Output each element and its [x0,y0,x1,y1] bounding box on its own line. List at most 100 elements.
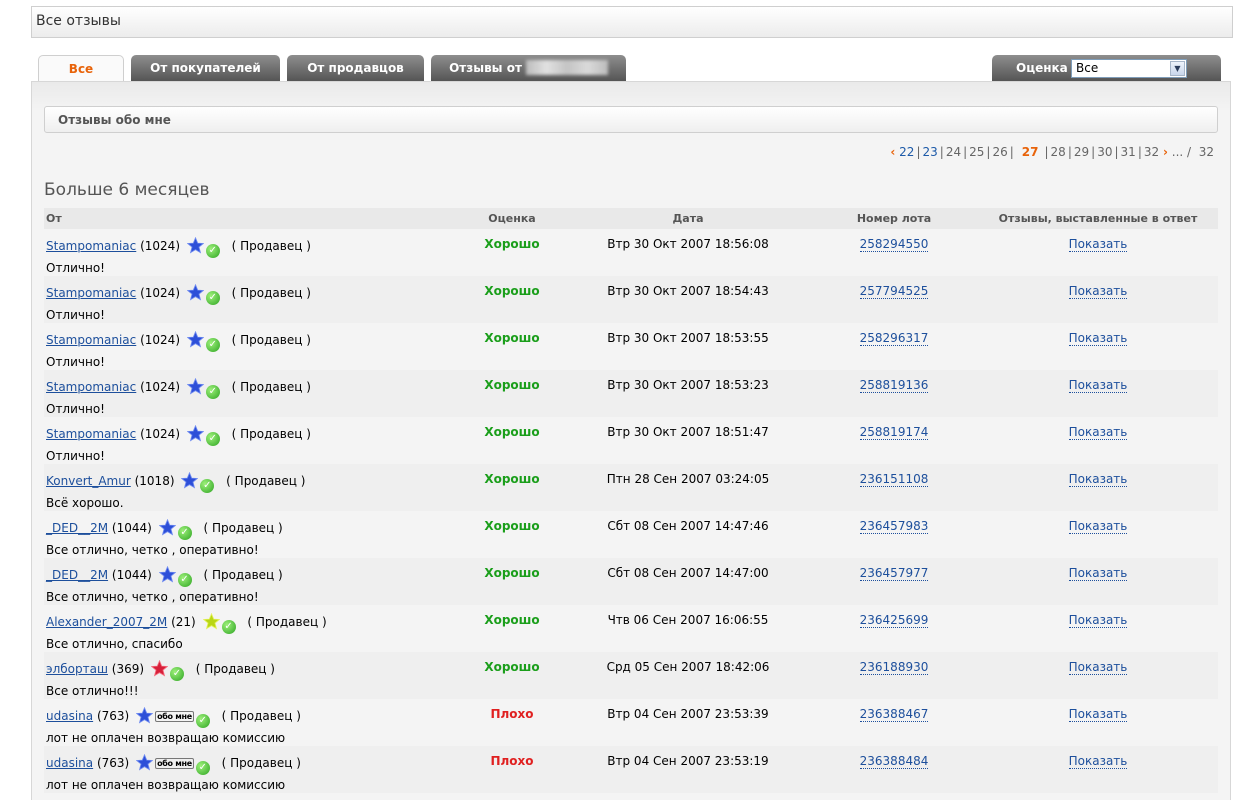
page-link[interactable]: 29 [1074,145,1089,159]
grade-filter-label: Оценка [1016,61,1068,75]
feedback-date: Сбт 08 Сен 2007 14:47:46 [607,519,769,533]
show-response-link[interactable]: Показать [1068,754,1128,769]
user-score: (1044) [111,568,152,582]
star-icon [150,660,168,677]
chevron-down-icon[interactable]: ▼ [1170,61,1185,76]
verified-check-icon: ✓ [200,479,215,493]
user-link[interactable]: элборташ [46,662,108,676]
feedback-date: Сбт 08 Сен 2007 14:47:00 [607,566,769,580]
feedback-grade: Хорошо [484,237,540,251]
show-response-link[interactable]: Показать [1068,284,1128,299]
feedback-grade: Хорошо [484,566,540,580]
lot-link[interactable]: 236457977 [859,566,929,581]
lot-link[interactable]: 236151108 [859,472,929,487]
page-link[interactable]: 28 [1051,145,1066,159]
feedback-table: Stampomaniac (1024) ✓ ( Продавец ) Отлич… [44,229,1218,793]
prev-page-icon[interactable]: ‹ [890,145,895,159]
about-me-badge[interactable]: обо мне [155,758,194,769]
user-link[interactable]: _DED__2M [46,521,108,535]
user-score: (1024) [140,286,180,300]
lot-number: 258819174 [844,425,944,440]
show-response-link[interactable]: Показать [1068,660,1128,675]
page-link[interactable]: 23 [922,145,937,159]
lot-link[interactable]: 236457983 [859,519,929,534]
user-link[interactable]: Stampomaniac [46,286,136,300]
page-link[interactable]: 26 [992,145,1007,159]
feedback-author: _DED__2M (1044) ✓ ( Продавец ) [46,566,283,587]
user-role: ( Продавец ) [247,615,327,629]
verified-check-icon: ✓ [205,432,220,446]
total-pages: 32 [1198,145,1214,159]
show-response-link[interactable]: Показать [1068,472,1128,487]
page-link[interactable]: 22 [899,145,914,159]
lot-link[interactable]: 258296317 [859,331,929,346]
show-response-link[interactable]: Показать [1068,566,1128,581]
user-score: (1024) [140,427,180,441]
verified-check-icon: ✓ [205,338,220,352]
verified-check-icon: ✓ [177,573,192,587]
grade-select-value: Все [1076,61,1099,75]
lot-link[interactable]: 258819174 [859,425,929,440]
user-score: (1044) [111,521,152,535]
user-link[interactable]: Konvert_Amur [46,474,131,488]
feedback-author: _DED__2M (1044) ✓ ( Продавец ) [46,519,283,540]
lot-link[interactable]: 236425699 [859,613,929,628]
lot-link[interactable]: 257794525 [859,284,929,299]
feedback-comment: Все отлично, спасибо [46,637,183,651]
star-icon [136,754,154,771]
show-response-link[interactable]: Показать [1068,237,1128,252]
column-header-date: Дата [672,212,704,225]
user-link[interactable]: udasina [46,756,93,770]
star-icon [186,331,204,348]
page-link[interactable]: 30 [1097,145,1112,159]
lot-number: 258819136 [844,378,944,393]
page-title-bar: Все отзывы [31,6,1233,38]
lot-number: 258296317 [844,331,944,346]
lot-link[interactable]: 236388467 [859,707,929,722]
feedback-author: Stampomaniac (1024) ✓ ( Продавец ) [46,425,311,446]
show-response-link[interactable]: Показать [1068,613,1128,628]
table-row: Stampomaniac (1024) ✓ ( Продавец ) Отлич… [44,229,1218,276]
tab-all[interactable]: Все [38,55,124,83]
show-response-link[interactable]: Показать [1068,331,1128,346]
user-link[interactable]: Stampomaniac [46,380,136,394]
tab-from-buyers[interactable]: От покупателей [131,55,280,81]
page-link[interactable]: 32 [1144,145,1159,159]
page-link[interactable]: 25 [969,145,984,159]
lot-link[interactable]: 258819136 [859,378,929,393]
show-response-link[interactable]: Показать [1068,707,1128,722]
lot-link[interactable]: 236388484 [859,754,929,769]
response-cell: Показать [1048,519,1148,534]
about-me-badge[interactable]: обо мне [155,711,194,722]
show-response-link[interactable]: Показать [1068,425,1128,440]
tab-from-buyers-label: От покупателей [150,61,261,75]
tab-feedback-from[interactable]: Отзывы от [431,55,626,81]
user-score: (763) [96,709,130,723]
user-link[interactable]: Stampomaniac [46,427,136,441]
lot-link[interactable]: 236188930 [859,660,929,675]
star-icon [202,613,220,630]
user-link[interactable]: _DED__2M [46,568,108,582]
user-link[interactable]: Stampomaniac [46,239,136,253]
star-icon [158,566,176,583]
show-response-link[interactable]: Показать [1068,378,1128,393]
user-role: ( Продавец ) [231,380,311,394]
user-link[interactable]: Alexander_2007_2M [46,615,167,629]
verified-check-icon: ✓ [205,291,220,305]
next-page-icon[interactable]: › [1163,145,1168,159]
user-link[interactable]: Stampomaniac [46,333,136,347]
page-link[interactable]: 31 [1121,145,1136,159]
tab-from-sellers[interactable]: От продавцов [287,55,424,81]
page-link[interactable]: 24 [946,145,961,159]
feedback-date: Втр 30 Окт 2007 18:51:47 [607,425,769,439]
lot-link[interactable]: 258294550 [859,237,929,252]
user-score: (1024) [140,333,180,347]
star-icon [181,472,199,489]
show-response-link[interactable]: Показать [1068,519,1128,534]
feedback-comment: лот не оплачен возвращаю комиссию [46,731,286,745]
user-role: ( Продавец ) [221,709,301,723]
feedback-comment: Всё хорошо. [46,496,124,510]
verified-check-icon: ✓ [205,244,220,258]
user-link[interactable]: udasina [46,709,93,723]
grade-select[interactable]: Все ▼ [1071,59,1187,78]
